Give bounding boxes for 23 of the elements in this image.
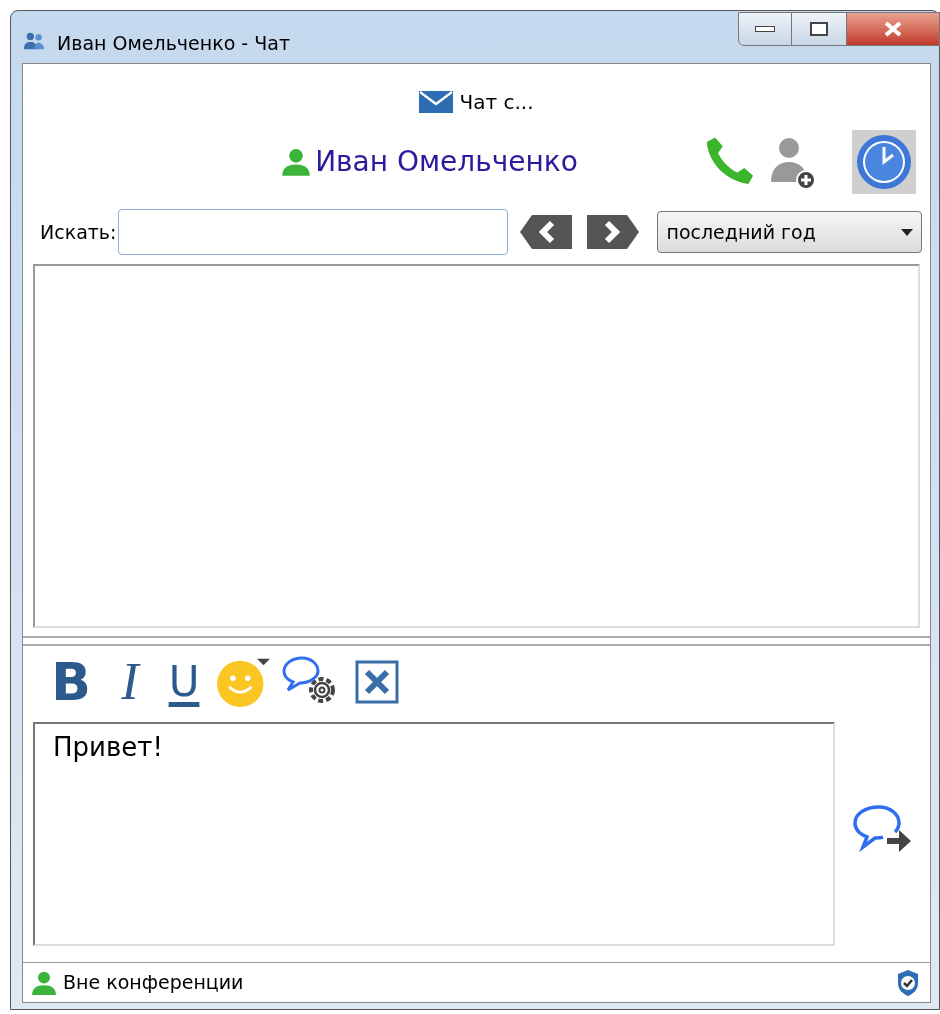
previous-button[interactable] xyxy=(520,215,573,249)
shield-check-icon xyxy=(896,968,920,997)
contact-name: Иван Омельченко xyxy=(315,144,578,180)
next-button[interactable] xyxy=(587,215,640,249)
contact-icon xyxy=(281,146,312,178)
caret-icon xyxy=(901,228,913,236)
maximize-button[interactable] xyxy=(792,12,846,46)
message-field[interactable]: Привет! xyxy=(33,722,835,946)
bold-button[interactable]: B xyxy=(41,656,101,708)
close-button[interactable] xyxy=(846,12,940,46)
search-label: Искать: xyxy=(40,219,117,245)
status-text: Вне конференции xyxy=(63,970,244,996)
period-dropdown[interactable]: последний год xyxy=(657,211,922,253)
underline-button[interactable]: U xyxy=(159,656,209,708)
envelope-icon xyxy=(419,91,454,113)
users-icon xyxy=(23,31,45,51)
history-button[interactable] xyxy=(852,130,916,194)
chat-caption: Чат с... xyxy=(459,89,534,116)
minimize-button[interactable] xyxy=(738,12,792,46)
close-icon xyxy=(883,21,903,37)
window-title: Иван Омельченко - Чат xyxy=(57,31,290,56)
search-field[interactable] xyxy=(118,209,509,255)
italic-button[interactable]: I xyxy=(105,656,155,708)
